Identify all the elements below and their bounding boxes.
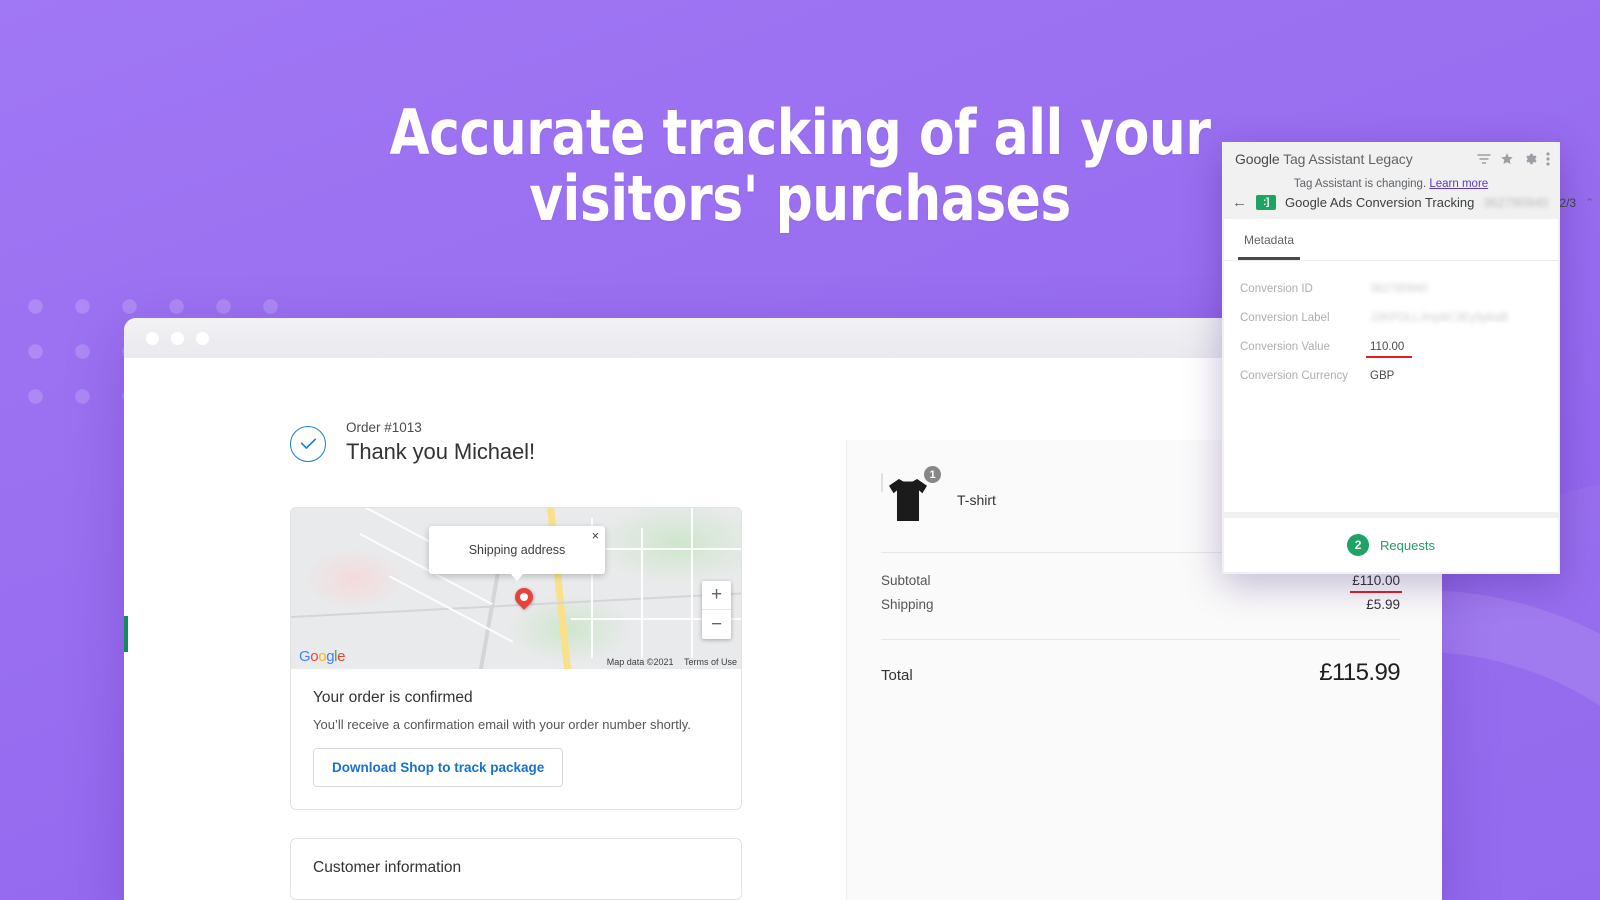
field-label: Conversion Label <box>1240 312 1330 324</box>
tshirt-icon <box>881 473 927 521</box>
learn-more-link[interactable]: Learn more <box>1429 178 1488 190</box>
tag-badge-icon: :] <box>1256 195 1276 210</box>
zoom-out-button[interactable]: − <box>702 610 731 639</box>
total-label: Total <box>881 667 913 684</box>
order-confirmed-body: Your order is confirmed You’ll receive a… <box>291 669 741 809</box>
order-confirmation-column: Order #1013 Thank you Michael! Shipping … <box>124 358 846 900</box>
shipping-map-card: Shipping address × + − Google Map data ©… <box>290 507 742 810</box>
check-circle-icon <box>290 426 326 462</box>
tag-assistant-header: Google Tag Assistant Legacy <box>1222 142 1560 176</box>
requests-footer[interactable]: 2 Requests <box>1224 518 1558 572</box>
window-close-dot[interactable] <box>146 331 159 345</box>
tag-assistant-panel: Google Tag Assistant Legacy Tag Assistan… <box>1222 142 1594 574</box>
shipping-label: Shipping <box>881 597 934 612</box>
field-value: GBP <box>1370 370 1395 382</box>
total-value: £115.99 <box>1319 659 1400 686</box>
tag-assistant-body: Metadata Conversion ID 362780940 Convers… <box>1224 219 1558 512</box>
google-logo: Google <box>299 648 346 665</box>
requests-count-badge: 2 <box>1347 534 1370 556</box>
customer-information-card: Customer information <box>290 838 742 900</box>
tag-assistant-tabs: Metadata <box>1224 219 1558 261</box>
table-row: Shipping £5.99 <box>881 597 1400 612</box>
close-icon[interactable]: × <box>592 530 599 543</box>
order-header: Order #1013 Thank you Michael! <box>290 420 846 465</box>
window-minimize-dot[interactable] <box>171 331 184 345</box>
field-label: Conversion ID <box>1240 283 1313 295</box>
table-row: Conversion Value 110.00 <box>1240 341 1558 358</box>
order-confirmed-title: Your order is confirmed <box>313 689 473 706</box>
chevron-up-icon[interactable]: ⌃ <box>1585 196 1594 209</box>
thank-you-heading: Thank you Michael! <box>346 439 535 464</box>
table-row: Conversion ID 362780940 <box>1240 283 1558 295</box>
map-zoom-controls[interactable]: + − <box>702 581 731 639</box>
headline-line-1: Accurate tracking of all your <box>389 96 1211 169</box>
tag-pager: 2/3 <box>1559 195 1577 210</box>
field-label: Conversion Currency <box>1240 370 1349 382</box>
tab-metadata[interactable]: Metadata <box>1238 233 1301 260</box>
quantity-badge: 1 <box>923 465 942 484</box>
field-value: J2KPOLLJmp6C3Ey5pbsB <box>1370 312 1509 324</box>
map-attribution: Map data ©2021 Terms of Use <box>599 657 737 667</box>
field-label: Conversion Value <box>1240 341 1330 353</box>
star-icon[interactable] <box>1500 152 1514 166</box>
table-row: Conversion Currency GBP <box>1240 370 1558 382</box>
more-vert-icon[interactable] <box>1546 152 1550 166</box>
shipping-value: £5.99 <box>1366 597 1400 612</box>
brand-google: Google <box>1235 151 1280 167</box>
customer-information-title: Customer information <box>313 859 462 876</box>
google-map[interactable]: Shipping address × + − Google Map data ©… <box>291 508 741 669</box>
order-confirmed-subtitle: You’ll receive a confirmation email with… <box>313 717 691 732</box>
table-row: Subtotal £110.00 <box>881 573 1402 593</box>
zoom-in-button[interactable]: + <box>702 581 731 610</box>
subtotal-value: £110.00 <box>1350 573 1402 593</box>
shipping-address-infowindow[interactable]: Shipping address × <box>429 526 605 581</box>
requests-label: Requests <box>1380 537 1435 553</box>
field-value: 110.00 <box>1365 341 1413 358</box>
map-data-label: Map data ©2021 <box>606 657 674 667</box>
product-thumbnail-wrap: 1 <box>881 465 942 526</box>
notice-text: Tag Assistant is changing. <box>1293 178 1427 190</box>
terms-of-use-link[interactable]: Terms of Use <box>684 657 737 667</box>
gear-icon[interactable] <box>1523 152 1537 166</box>
total-row: Total £115.99 <box>881 640 1401 687</box>
tag-id-redacted: 362780940 <box>1483 195 1549 210</box>
tag-assistant-brand: Google Tag Assistant Legacy <box>1235 151 1413 167</box>
tag-title: Google Ads Conversion Tracking <box>1285 195 1475 210</box>
subtotal-label: Subtotal <box>881 573 931 588</box>
header-icon-group <box>1477 152 1550 166</box>
table-row: Conversion Label J2KPOLLJmp6C3Ey5pbsB <box>1240 312 1558 324</box>
tag-nav-chevrons: ⌃ ⌄ <box>1585 196 1600 209</box>
filter-icon[interactable] <box>1477 152 1491 166</box>
order-number: Order #1013 <box>346 420 422 435</box>
tag-assistant-notice: Tag Assistant is changing. Learn more <box>1222 176 1560 194</box>
back-arrow-icon[interactable]: ← <box>1232 194 1247 211</box>
tag-assistant-navbar: ← :] Google Ads Conversion Tracking 3627… <box>1222 194 1594 219</box>
brand-product: Tag Assistant Legacy <box>1279 151 1413 167</box>
metadata-fields: Conversion ID 362780940 Conversion Label… <box>1224 261 1558 399</box>
window-maximize-dot[interactable] <box>196 331 209 345</box>
download-shop-button[interactable]: Download Shop to track package <box>313 748 564 787</box>
field-value: 362780940 <box>1370 283 1428 295</box>
infowindow-label: Shipping address <box>468 543 566 557</box>
